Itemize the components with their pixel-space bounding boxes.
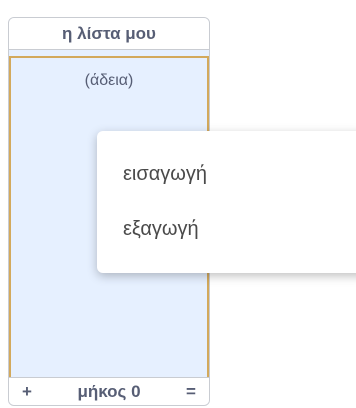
menu-item-export[interactable]: εξαγωγή [97,202,356,257]
context-menu: εισαγωγή εξαγωγή [97,131,356,273]
list-empty-label: (άδεια) [84,72,134,89]
list-title: η λίστα μου [9,18,209,50]
resize-handle[interactable]: = [183,382,199,402]
stage: η λίστα μου (άδεια) + μήκος 0 = εισαγωγή… [0,0,356,408]
list-footer: + μήκος 0 = [9,377,209,405]
menu-item-import[interactable]: εισαγωγή [97,147,356,202]
add-item-button[interactable]: + [19,382,35,402]
list-length-label: μήκος 0 [77,381,141,401]
